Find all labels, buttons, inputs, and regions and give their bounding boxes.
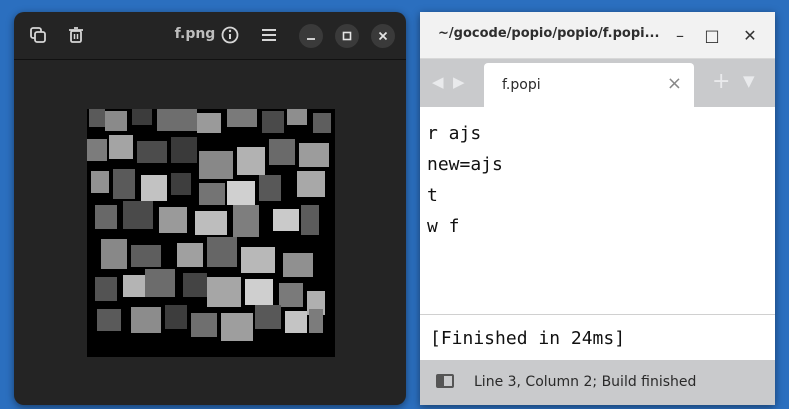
editor-close-icon[interactable]: ✕ [739, 24, 761, 46]
scrambled-image [87, 109, 335, 357]
sidebar-toggle-icon[interactable] [436, 374, 454, 388]
copy-icon[interactable] [26, 23, 50, 47]
info-icon[interactable] [218, 23, 242, 47]
build-output-text: [Finished in 24ms] [430, 328, 626, 349]
status-bar: Line 3, Column 2; Build finished [420, 360, 775, 405]
text-editor-window: ~/gocode/popio/popio/f.popi... – □ ✕ ◀ ▶… [420, 12, 775, 405]
viewer-headerbar: f.png [14, 12, 406, 60]
maximize-icon[interactable] [335, 24, 359, 48]
image-viewer-window: f.png [14, 12, 406, 405]
build-output-panel: [Finished in 24ms] [420, 314, 775, 361]
tab-bar: ◀ ▶ f.popi × + ▼ [420, 59, 775, 107]
code-line: t [427, 185, 438, 206]
close-icon[interactable] [371, 24, 395, 48]
tab-back-icon[interactable]: ◀ [432, 73, 444, 91]
editor-maximize-icon[interactable]: □ [701, 24, 723, 46]
tab-close-icon[interactable]: × [667, 73, 682, 94]
minimize-icon[interactable] [299, 24, 323, 48]
editor-window-title: ~/gocode/popio/popio/f.popi... [438, 26, 660, 41]
code-line: w f [427, 216, 460, 237]
hamburger-menu-icon[interactable] [257, 23, 281, 47]
trash-icon[interactable] [64, 23, 88, 47]
tab-forward-icon[interactable]: ▶ [453, 73, 465, 91]
code-line: new=ajs [427, 154, 503, 175]
tab-menu-icon[interactable]: ▼ [743, 72, 755, 90]
status-text: Line 3, Column 2; Build finished [474, 374, 697, 390]
tab-label: f.popi [502, 77, 541, 93]
code-editor[interactable]: r ajs new=ajs t w f [427, 118, 503, 242]
new-tab-icon[interactable]: + [712, 69, 730, 94]
tab-f-popi[interactable]: f.popi × [484, 63, 694, 107]
editor-titlebar: ~/gocode/popio/popio/f.popi... – □ ✕ [420, 12, 775, 59]
code-line: r ajs [427, 123, 482, 144]
editor-minimize-icon[interactable]: – [669, 24, 691, 46]
